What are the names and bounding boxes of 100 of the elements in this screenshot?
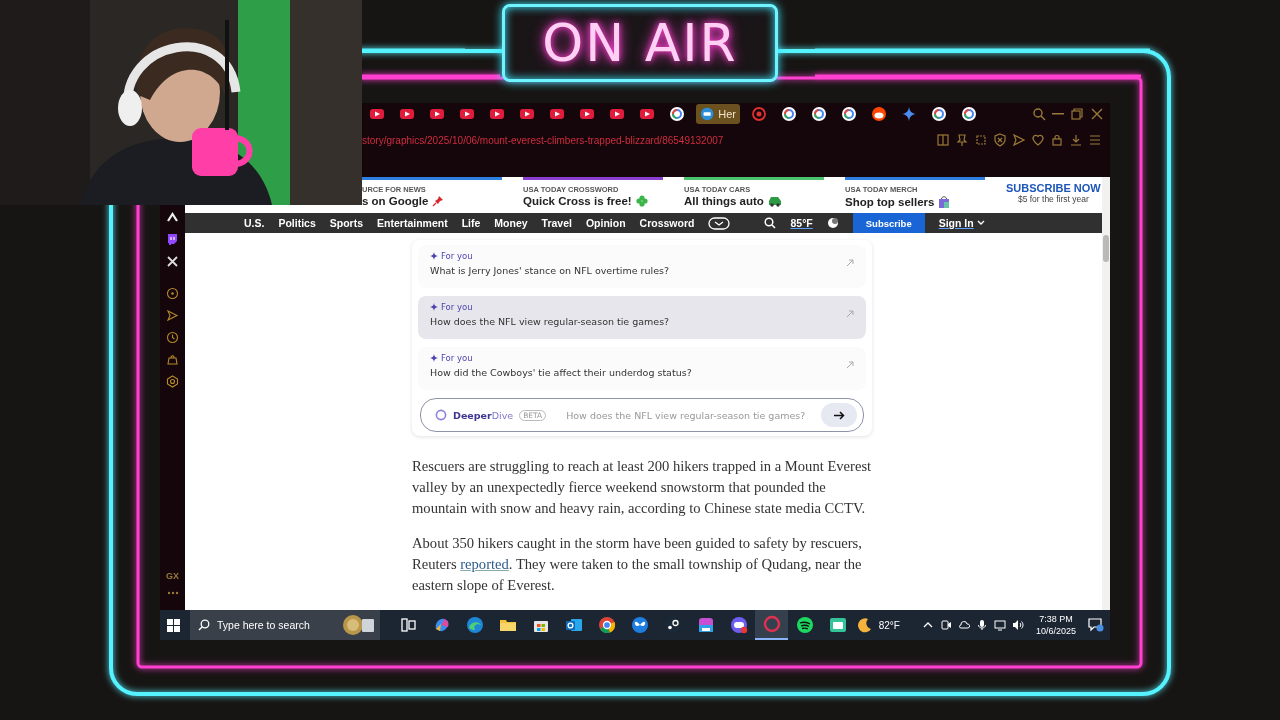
play-icon bbox=[459, 106, 475, 122]
pin-icon bbox=[432, 195, 445, 207]
ring-icon bbox=[811, 106, 827, 122]
nav-link[interactable]: Politics bbox=[278, 217, 316, 229]
shield-icon bbox=[993, 133, 1007, 147]
subscribe-button[interactable]: Subscribe bbox=[852, 213, 925, 233]
nav-link[interactable]: Travel bbox=[541, 217, 572, 229]
sign-in-link[interactable]: Sign In bbox=[938, 217, 985, 229]
sparkle-icon bbox=[430, 354, 438, 362]
search-icon bbox=[198, 619, 210, 631]
windows-icon bbox=[166, 618, 180, 632]
coin-icon bbox=[342, 614, 376, 636]
nav-link[interactable]: Sports bbox=[329, 217, 364, 229]
suggestion-label: For you bbox=[441, 353, 473, 363]
weather-temperature[interactable]: 82°F bbox=[878, 619, 900, 631]
chat-box-icon bbox=[166, 233, 179, 246]
suggestion-card[interactable]: For you How did the Cowboys' tie affect their underdog status? bbox=[418, 347, 866, 390]
suggestion-question: What is Jerry Jones' stance on NFL overtime rules? bbox=[430, 265, 670, 276]
subscribe-note: $5 for the first year bbox=[1017, 194, 1089, 204]
scrollbar[interactable] bbox=[1102, 177, 1110, 610]
ring-icon bbox=[961, 106, 977, 122]
play-icon bbox=[579, 106, 595, 122]
menu-icon bbox=[1088, 133, 1102, 147]
chat-bubble-icon bbox=[728, 615, 749, 635]
split-icon bbox=[936, 133, 950, 147]
lock-icon bbox=[1050, 133, 1064, 147]
promo-link[interactable]: Shop top sellers bbox=[845, 195, 935, 208]
article-link[interactable]: reported bbox=[460, 556, 509, 572]
suggestion-card[interactable]: For you What is Jerry Jones' stance on NFL overtime rules? bbox=[418, 245, 866, 288]
circle-dot-icon bbox=[166, 287, 179, 300]
subscribe-link[interactable]: SUBSCRIBE NOW bbox=[1006, 182, 1101, 194]
nav-link[interactable]: Crossword bbox=[639, 217, 695, 229]
search-field[interactable]: Type here to search bbox=[190, 610, 380, 640]
circle-icon bbox=[871, 106, 887, 122]
sparkle-icon bbox=[430, 252, 438, 260]
pin-icon bbox=[955, 133, 969, 147]
arrow-up-icon bbox=[166, 211, 179, 224]
send-button[interactable] bbox=[821, 403, 857, 427]
tricolor-circle-icon bbox=[596, 615, 617, 635]
play-icon bbox=[489, 106, 505, 122]
clock-icon bbox=[166, 331, 179, 344]
promo-link[interactable]: Quick Cross is free! bbox=[523, 195, 632, 207]
sparkle-icon bbox=[430, 303, 438, 311]
sound-waves-icon bbox=[794, 615, 815, 635]
more-icon bbox=[166, 591, 179, 595]
play-icon bbox=[549, 106, 565, 122]
close-icon bbox=[1090, 107, 1104, 121]
arrow-up-right-icon bbox=[846, 361, 854, 369]
play-icon bbox=[519, 106, 535, 122]
microphone-icon bbox=[975, 619, 988, 631]
nav-link[interactable]: U.S. bbox=[244, 217, 265, 229]
suggestion-question: How did the Cowboys' tie affect their underdog status? bbox=[430, 367, 693, 378]
camera-icon bbox=[939, 619, 952, 631]
restore-icon bbox=[1070, 107, 1084, 121]
temperature-link[interactable]: 85°F bbox=[790, 217, 813, 229]
target-icon bbox=[751, 106, 767, 122]
shopping-bag-icon bbox=[938, 195, 951, 208]
crop-icon bbox=[974, 133, 988, 147]
suggestion-question: How does the NFL view regular-season tie games? bbox=[430, 316, 671, 327]
ask-input[interactable]: How does the NFL view regular-season tie games? bbox=[564, 408, 815, 422]
promo-link[interactable]: s on Google bbox=[362, 195, 429, 207]
heart-icon bbox=[1031, 133, 1045, 147]
minimize-icon bbox=[1052, 113, 1064, 115]
send-icon bbox=[1012, 133, 1026, 147]
bag-icon bbox=[166, 353, 179, 366]
weather-icon bbox=[826, 217, 839, 229]
ring-icon bbox=[841, 106, 857, 122]
notification-icon bbox=[1088, 618, 1104, 632]
nav-link[interactable]: Life bbox=[461, 217, 481, 229]
task-view-icon bbox=[398, 615, 419, 635]
browser-tab[interactable]: Her bbox=[696, 104, 740, 124]
send-icon bbox=[166, 309, 179, 322]
play-icon bbox=[399, 106, 415, 122]
ring-icon bbox=[931, 106, 947, 122]
url-text[interactable]: story/graphics/2025/10/06/mount-everest-climbers-trapped-blizzard/86549132007 bbox=[362, 134, 724, 146]
clock[interactable]: 7:38 PM 10/6/2025 bbox=[1035, 613, 1076, 637]
cloud-icon bbox=[957, 619, 970, 631]
ring-icon bbox=[669, 106, 685, 122]
wave-circle-icon bbox=[464, 615, 485, 635]
search-icon bbox=[1032, 107, 1046, 121]
window-icon bbox=[827, 615, 848, 635]
suggestion-label: For you bbox=[441, 302, 473, 312]
nav-link[interactable]: Opinion bbox=[585, 217, 626, 229]
promo-link[interactable]: All things auto bbox=[684, 195, 764, 207]
deeperdive-logo-text: DeeperDive bbox=[453, 409, 514, 421]
suggestion-label: For you bbox=[441, 251, 473, 261]
caret-icon bbox=[976, 220, 985, 226]
play-icon bbox=[609, 106, 625, 122]
arrow-up-right-icon bbox=[846, 310, 854, 318]
clover-icon bbox=[635, 195, 648, 207]
suggestion-card[interactable]: For you How does the NFL view regular-season tie games? bbox=[418, 296, 866, 339]
play-icon bbox=[369, 106, 385, 122]
search-icon bbox=[764, 217, 777, 229]
nav-link[interactable]: Money bbox=[494, 217, 528, 229]
ring-icon bbox=[761, 614, 782, 634]
ring-icon bbox=[781, 106, 797, 122]
sidebar-label[interactable]: GX bbox=[166, 571, 179, 581]
nav-link[interactable]: Entertainment bbox=[377, 217, 448, 229]
sign-text: ON AIR bbox=[542, 17, 738, 69]
arrow-right-icon bbox=[833, 410, 845, 420]
